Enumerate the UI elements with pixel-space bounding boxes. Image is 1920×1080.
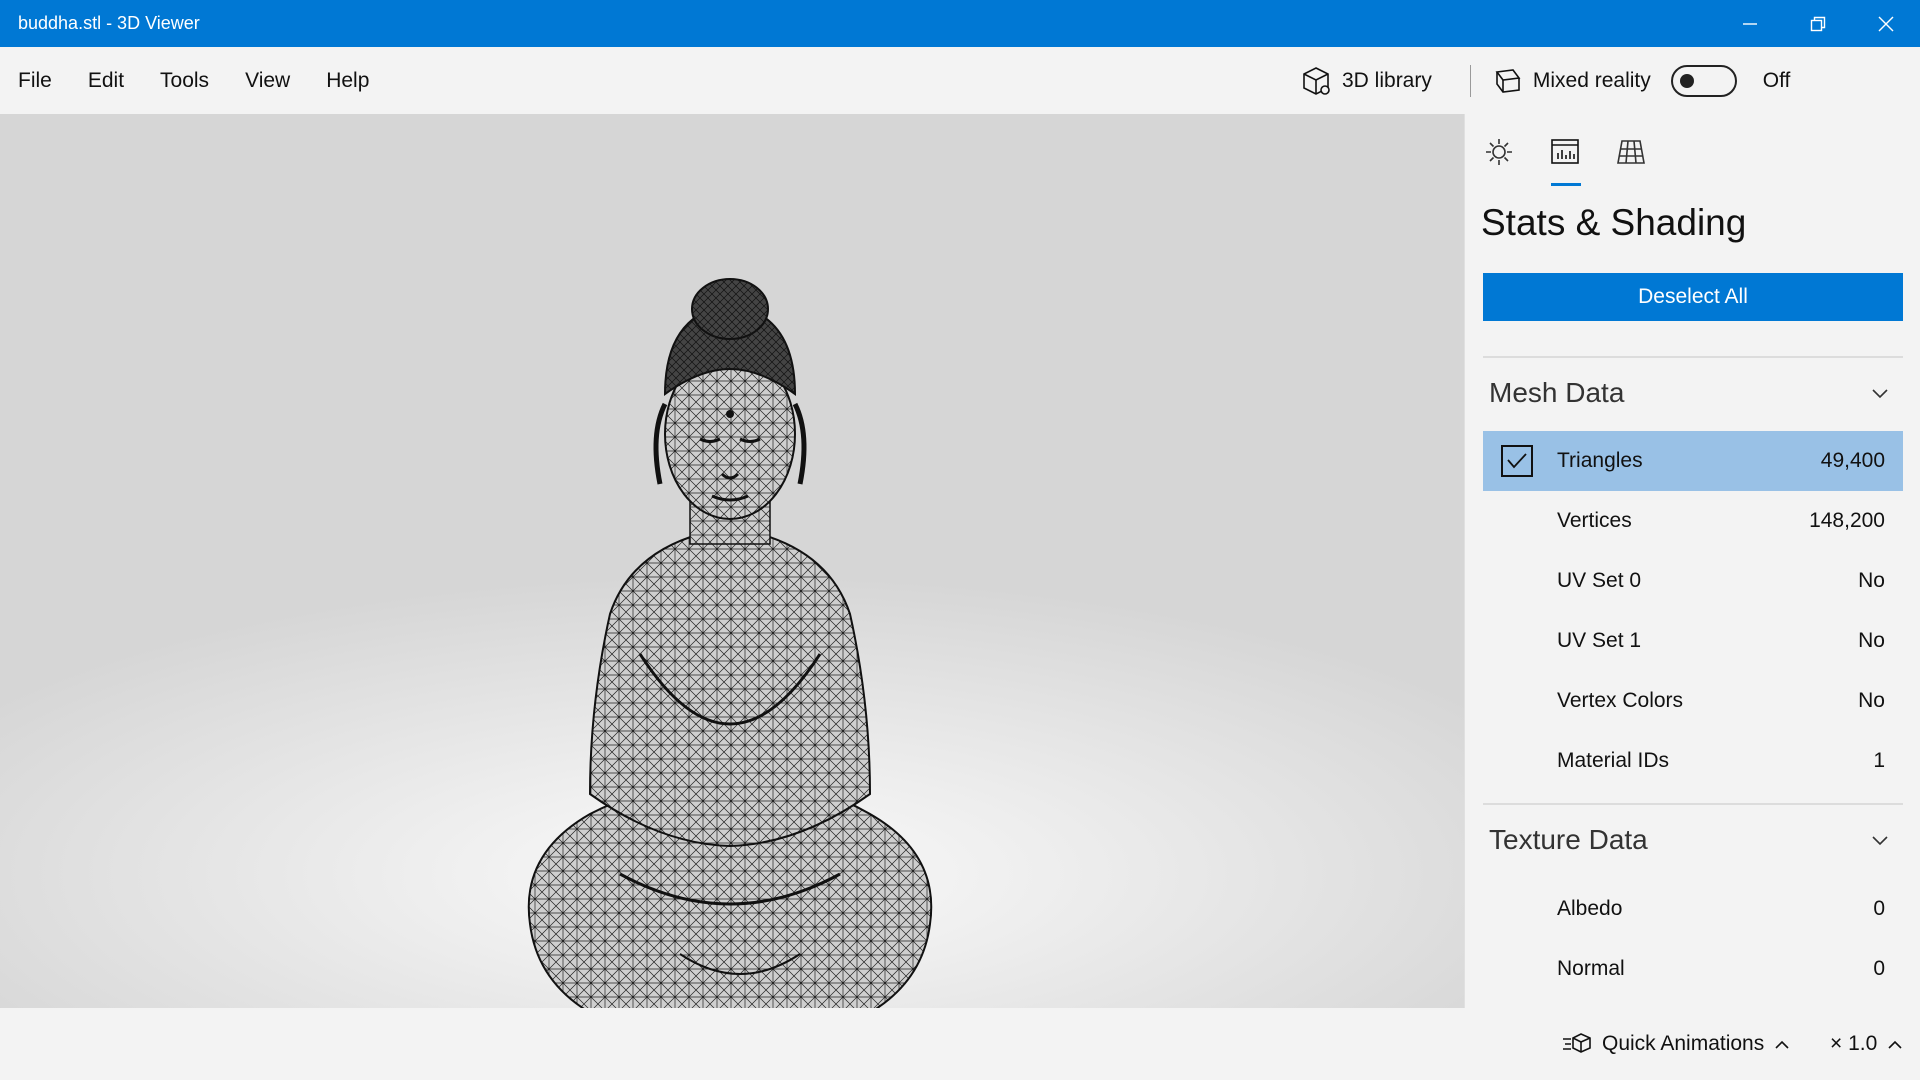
library-button[interactable]: 3D library [1300,65,1432,97]
chevron-down-icon [1872,836,1888,846]
tab-lighting[interactable] [1479,132,1519,172]
stat-label: UV Set 0 [1557,569,1642,592]
bottom-bar: Quick Animations × 1.0 [0,1008,1920,1080]
tab-stats[interactable] [1545,132,1585,186]
mesh-data-title: Mesh Data [1489,377,1625,408]
stat-row-normal[interactable]: Normal 0 [1483,939,1903,999]
minimize-button[interactable] [1716,0,1784,47]
mixed-reality-toggle[interactable] [1670,64,1737,97]
stat-row-material-ids[interactable]: Material IDs 1 [1483,731,1903,791]
cube-icon [1303,66,1330,95]
quick-animations-label: Quick Animations [1602,1032,1765,1055]
restore-icon [1810,16,1826,31]
restore-button[interactable] [1784,0,1852,47]
animation-icon [1563,1033,1591,1053]
stat-value: No [1858,689,1885,712]
lighting-icon [1486,139,1512,165]
stats-icon [1551,139,1579,164]
menu-file[interactable]: File [0,47,70,114]
texture-data-title: Texture Data [1489,824,1648,855]
mixed-reality-state: Off [1762,68,1791,92]
mixed-reality-icon [1495,68,1521,93]
chevron-up-icon [1774,1032,1790,1056]
stat-row-triangles[interactable]: Triangles 49,400 [1483,431,1903,491]
mixed-reality-group: Mixed reality Off [1493,64,1791,97]
properties-panel: Stats & Shading Deselect All Mesh Data T… [1464,114,1920,1008]
library-label: 3D library [1342,68,1432,92]
panel-title: Stats & Shading [1481,202,1747,243]
stat-value: 0 [1873,897,1885,920]
main-menu: File Edit Tools View Help [0,47,387,114]
buddha-wireframe-model[interactable] [500,234,960,1008]
stat-row-vertices[interactable]: Vertices 148,200 [1483,491,1903,551]
stat-label: Albedo [1557,897,1623,920]
panel-tabs [1479,132,1651,186]
playback-speed-button[interactable]: × 1.0 [1830,1008,1903,1080]
stat-value: 1 [1873,749,1885,772]
menu-view[interactable]: View [227,47,308,114]
menu-help[interactable]: Help [308,47,387,114]
stat-value: No [1858,629,1885,652]
stat-row-uv-set-1[interactable]: UV Set 1 No [1483,611,1903,671]
stat-label: Vertex Colors [1557,689,1684,712]
close-icon [1878,16,1894,31]
toggle-knob [1679,73,1694,88]
minimize-icon [1743,22,1757,25]
tab-grid[interactable] [1611,132,1651,172]
window-controls [1716,0,1920,47]
stat-row-vertex-colors[interactable]: Vertex Colors No [1483,671,1903,731]
close-button[interactable] [1852,0,1920,47]
section-divider [1483,356,1903,358]
stat-label: Vertices [1557,509,1632,532]
checkmark-icon [1507,453,1527,469]
quick-animations-button[interactable]: Quick Animations [1562,1008,1790,1080]
playback-speed-label: × 1.0 [1830,1032,1878,1055]
stat-value: No [1858,569,1885,592]
stat-value: 49,400 [1820,449,1885,472]
menu-tools[interactable]: Tools [142,47,227,114]
menu-edit[interactable]: Edit [70,47,142,114]
toolbar-right: 3D library Mixed reality Off [1300,47,1790,114]
stat-row-albedo[interactable]: Albedo 0 [1483,879,1903,939]
section-divider [1483,803,1903,805]
stat-row-uv-set-0[interactable]: UV Set 0 No [1483,551,1903,611]
title-bar: buddha.stl - 3D Viewer [0,0,1920,47]
mesh-data-header[interactable]: Mesh Data [1489,373,1903,413]
checkbox[interactable] [1501,445,1533,477]
stat-label: UV Set 1 [1557,629,1642,652]
stat-value: 148,200 [1809,509,1885,532]
toolbar-divider [1469,64,1471,97]
chevron-up-icon [1887,1032,1903,1056]
chevron-down-icon [1872,389,1888,399]
mixed-reality-label: Mixed reality [1532,68,1651,92]
menu-bar: File Edit Tools View Help 3D library Mix… [0,47,1920,114]
deselect-all-button[interactable]: Deselect All [1483,273,1903,321]
stat-label: Triangles [1557,449,1643,472]
stat-label: Material IDs [1557,749,1670,772]
texture-data-header[interactable]: Texture Data [1489,820,1903,860]
3d-viewport[interactable] [0,114,1464,1008]
grid-icon [1617,140,1645,164]
window-title: buddha.stl - 3D Viewer [18,13,200,33]
stat-label: Normal [1557,957,1625,980]
stat-value: 0 [1873,957,1885,980]
